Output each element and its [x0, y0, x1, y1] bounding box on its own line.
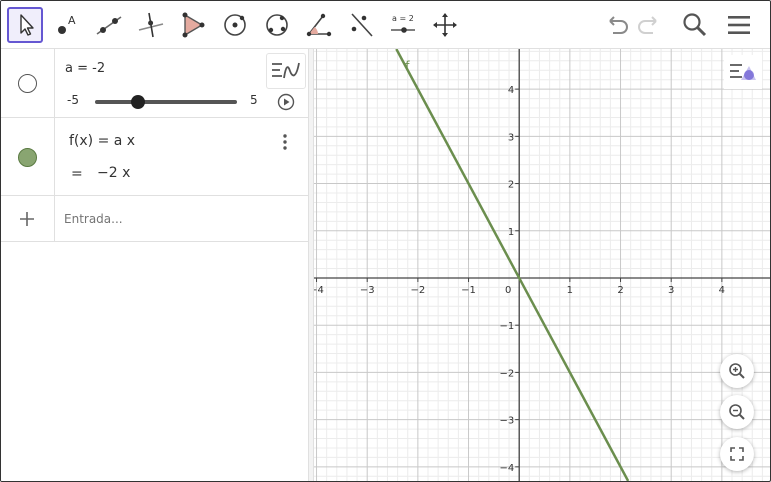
point-a-icon: A [58, 14, 76, 34]
y-tick-label: 1 [508, 227, 514, 238]
redo-icon [638, 16, 657, 34]
line-tool[interactable] [91, 7, 127, 43]
x-tick-label: −4 [314, 285, 324, 296]
slider-thumb[interactable] [130, 95, 145, 109]
polygon-icon [182, 12, 205, 38]
graphics-style-icon [730, 64, 756, 80]
zoom-out-icon [729, 404, 745, 420]
zoom-out-button[interactable] [720, 395, 754, 429]
cursor-arrow-icon [20, 14, 34, 36]
menu-icon [728, 16, 750, 34]
y-tick-label: −4 [499, 463, 514, 474]
slider-max-label: 5 [250, 93, 258, 107]
marble-column [1, 49, 55, 117]
slider-tool-label: a = 2 [392, 14, 414, 23]
circle-tool[interactable] [217, 7, 253, 43]
play-icon [277, 93, 295, 111]
geogebra-app: A a = 2 a = -2 -5 5 f(x) = a x = −2 x En… [0, 0, 771, 482]
x-tick-label: 1 [567, 285, 573, 296]
move-view-tool[interactable] [427, 7, 463, 43]
play-button[interactable] [277, 93, 295, 111]
function-value-prefix: = [71, 166, 83, 182]
angle-tool[interactable] [301, 7, 337, 43]
undo-icon [609, 16, 628, 34]
visibility-toggle-function[interactable] [18, 148, 37, 167]
search-icon [683, 13, 707, 37]
marble-column [1, 118, 55, 195]
x-tick-label: −3 [360, 285, 375, 296]
function-value: −2 x [97, 165, 131, 181]
more-options-button[interactable] [280, 132, 290, 152]
graphics-view[interactable]: −4−3−2−1012344321−1−2−3−4 f [314, 49, 770, 481]
menu-button[interactable] [722, 8, 756, 42]
redo-button[interactable] [633, 8, 667, 42]
more-vertical-icon [283, 134, 287, 150]
function-definition[interactable]: f(x) = a x [69, 133, 135, 149]
graphics-canvas[interactable]: −4−3−2−1012344321−1−2−3−4 f [314, 49, 770, 481]
undo-button[interactable] [599, 8, 633, 42]
marble-column [1, 196, 55, 241]
fullscreen-icon [730, 447, 744, 461]
point-tool-label: A [68, 14, 76, 27]
x-tick-label: 0 [505, 285, 511, 296]
reflect-tool[interactable] [343, 7, 379, 43]
function-row[interactable]: f(x) = a x = −2 x [1, 118, 308, 196]
y-tick-label: 4 [508, 85, 514, 96]
y-tick-label: 3 [508, 132, 514, 143]
plus-icon[interactable] [18, 210, 36, 228]
polygon-tool[interactable] [175, 7, 211, 43]
slider-definition[interactable]: a = -2 [65, 61, 105, 76]
algebra-style-icon [272, 62, 300, 79]
slider-track[interactable] [95, 100, 237, 104]
fullscreen-button[interactable] [720, 437, 754, 471]
algebra-settings-button[interactable] [266, 53, 306, 89]
toolbar: A a = 2 [1, 1, 770, 49]
x-tick-label: −2 [410, 285, 425, 296]
visibility-toggle-slider[interactable] [18, 74, 37, 93]
minor-grid [314, 49, 770, 481]
reflect-line-icon [351, 13, 373, 37]
slider-min-label: -5 [67, 93, 79, 107]
x-tick-label: 4 [719, 285, 725, 296]
x-tick-label: 3 [668, 285, 674, 296]
line-through-points-icon [96, 16, 122, 35]
move-graphics-view-icon [433, 13, 457, 37]
x-tick-label: −1 [461, 285, 476, 296]
y-tick-label: 2 [508, 180, 514, 191]
y-tick-label: −3 [499, 416, 514, 427]
perpendicular-tool[interactable] [133, 7, 169, 43]
algebra-view: a = -2 -5 5 f(x) = a x = −2 x [1, 49, 308, 481]
circle-center-point-icon [224, 14, 246, 36]
graphics-style-bar-button[interactable] [724, 55, 762, 89]
slider-row[interactable]: a = -2 -5 5 [1, 49, 308, 118]
move-tool[interactable] [7, 7, 43, 43]
perpendicular-line-icon [138, 12, 164, 38]
circle-three-points-tool[interactable] [259, 7, 295, 43]
input-row[interactable] [1, 196, 308, 242]
y-tick-label: −1 [499, 321, 514, 332]
slider-tool[interactable]: a = 2 [385, 7, 421, 43]
circle-three-points-icon [266, 14, 288, 36]
slider-icon: a = 2 [391, 14, 415, 33]
x-tick-label: 2 [617, 285, 623, 296]
algebra-input[interactable] [64, 207, 294, 231]
angle-icon [306, 13, 332, 37]
point-tool[interactable]: A [49, 7, 85, 43]
search-button[interactable] [678, 8, 712, 42]
zoom-in-button[interactable] [720, 354, 754, 388]
zoom-in-icon [729, 363, 745, 379]
y-tick-label: −2 [499, 368, 514, 379]
